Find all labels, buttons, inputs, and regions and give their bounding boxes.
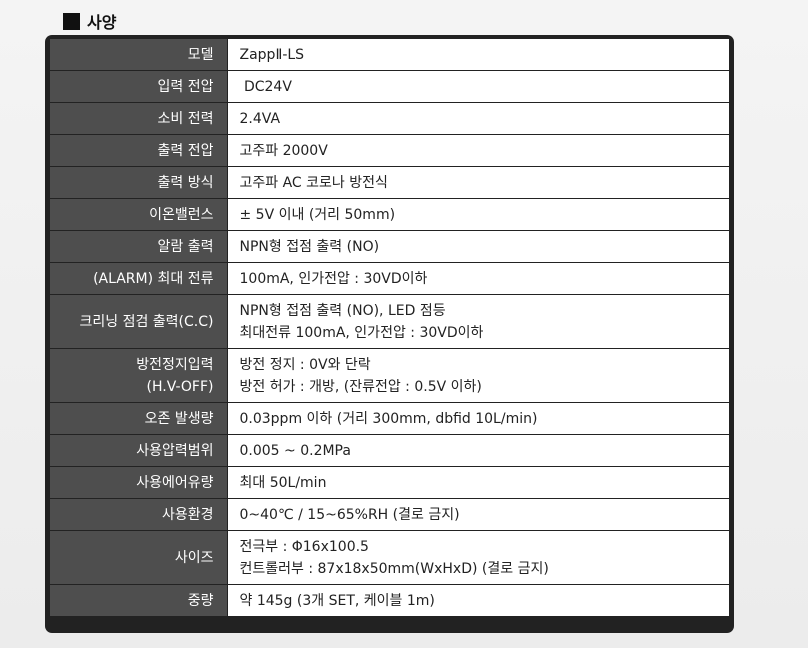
spec-value: 0.005 ~ 0.2MPa bbox=[239, 442, 351, 459]
spec-table-body: 모델 ZappⅡ-LS 입력 전압 DC24V 소비 전력 2.4VA 출력 전압 고주파 … bbox=[50, 39, 729, 617]
spec-label-cell: (ALARM) 최대 전류 bbox=[50, 262, 228, 295]
spec-label: (H.V-OFF) bbox=[146, 378, 214, 395]
spec-value: 방전 허가 : 개방, (잔류전압 : 0.5V 이하) bbox=[239, 378, 482, 395]
spec-label: 출력 방식 bbox=[157, 174, 214, 191]
spec-row: (ALARM) 최대 전류 100mA, 인가전압 : 30VD이하 bbox=[50, 262, 729, 295]
spec-value: 0~40℃ / 15~65%RH (결로 금지) bbox=[239, 506, 460, 523]
spec-row: 소비 전력 2.4VA bbox=[50, 102, 729, 135]
spec-label: 이온밸런스 bbox=[149, 206, 214, 223]
spec-value-cell: 고주파 AC 코로나 방전식 bbox=[227, 166, 729, 199]
spec-label-cell: 방전정지입력 (H.V-OFF) bbox=[50, 348, 228, 403]
spec-label-cell: 중량 bbox=[50, 584, 228, 617]
spec-label-cell: 크리닝 점검 출력(C.C) bbox=[50, 294, 228, 349]
spec-row: 사용압력범위 0.005 ~ 0.2MPa bbox=[50, 434, 729, 467]
spec-value-cell: 최대 50L/min bbox=[227, 466, 729, 499]
spec-label-cell: 소비 전력 bbox=[50, 102, 228, 135]
spec-label-cell: 이온밸런스 bbox=[50, 198, 228, 231]
spec-value-cell: 0.03ppm 이하 (거리 300mm, dbfid 10L/min) bbox=[227, 402, 729, 435]
section-heading: 사양 bbox=[63, 10, 116, 32]
spec-value-cell: NPN형 접점 출력 (NO), LED 점등최대전류 100mA, 인가전압 … bbox=[227, 294, 729, 349]
spec-table: 모델 ZappⅡ-LS 입력 전압 DC24V 소비 전력 2.4VA 출력 전압 고주파 … bbox=[50, 39, 729, 617]
spec-value: 고주파 AC 코로나 방전식 bbox=[239, 174, 388, 191]
spec-label-cell: 사이즈 bbox=[50, 530, 228, 585]
spec-value-cell: 0~40℃ / 15~65%RH (결로 금지) bbox=[227, 498, 729, 531]
spec-label: 사용환경 bbox=[161, 506, 214, 523]
spec-row: 출력 방식 고주파 AC 코로나 방전식 bbox=[50, 166, 729, 199]
spec-value-cell: 0.005 ~ 0.2MPa bbox=[227, 434, 729, 467]
spec-label-cell: 사용에어유량 bbox=[50, 466, 228, 499]
spec-value: 컨트롤러부 : 87x18x50mm(WxHxD) (결로 금지) bbox=[239, 560, 549, 577]
spec-label-cell: 입력 전압 bbox=[50, 70, 228, 103]
spec-value-cell: 2.4VA bbox=[227, 102, 729, 135]
spec-label-cell: 사용환경 bbox=[50, 498, 228, 531]
spec-value-cell: 고주파 2000V bbox=[227, 134, 729, 167]
spec-label: (ALARM) 최대 전류 bbox=[93, 270, 214, 287]
spec-value: NPN형 접점 출력 (NO), LED 점등 bbox=[239, 302, 446, 319]
spec-label-cell: 알람 출력 bbox=[50, 230, 228, 263]
spec-value: NPN형 접점 출력 (NO) bbox=[239, 238, 380, 255]
spec-value-cell: 100mA, 인가전압 : 30VD이하 bbox=[227, 262, 729, 295]
spec-label-cell: 오존 발생량 bbox=[50, 402, 228, 435]
spec-label: 중량 bbox=[187, 592, 214, 609]
spec-label: 입력 전압 bbox=[157, 78, 214, 95]
spec-label-cell: 사용압력범위 bbox=[50, 434, 228, 467]
spec-row: 사용환경 0~40℃ / 15~65%RH (결로 금지) bbox=[50, 498, 729, 531]
spec-value-cell: 약 145g (3개 SET, 케이블 1m) bbox=[227, 584, 729, 617]
spec-value-cell: ZappⅡ-LS bbox=[227, 39, 729, 71]
spec-value: 100mA, 인가전압 : 30VD이하 bbox=[239, 270, 428, 287]
spec-row: 크리닝 점검 출력(C.C) NPN형 접점 출력 (NO), LED 점등최대전… bbox=[50, 294, 729, 349]
spec-row: 사용에어유량 최대 50L/min bbox=[50, 466, 729, 499]
spec-table-frame: 모델 ZappⅡ-LS 입력 전압 DC24V 소비 전력 2.4VA 출력 전압 고주파 … bbox=[45, 35, 734, 633]
spec-row: 오존 발생량 0.03ppm 이하 (거리 300mm, dbfid 10L/mi… bbox=[50, 402, 729, 435]
spec-row: 이온밸런스 ± 5V 이내 (거리 50mm) bbox=[50, 198, 729, 231]
spec-value: 최대 50L/min bbox=[239, 474, 327, 491]
spec-label: 알람 출력 bbox=[157, 238, 214, 255]
spec-label-cell: 출력 방식 bbox=[50, 166, 228, 199]
spec-row: 방전정지입력 (H.V-OFF) 방전 정지 : 0V와 단락방전 허가 : 개방,… bbox=[50, 348, 729, 403]
spec-label: 출력 전압 bbox=[157, 142, 214, 159]
spec-label: 소비 전력 bbox=[157, 110, 214, 127]
spec-row: 중량 약 145g (3개 SET, 케이블 1m) bbox=[50, 584, 729, 617]
spec-value-cell: 전극부 : Φ16x100.5 컨트롤러부 : 87x18x50mm(WxHxD)… bbox=[227, 530, 729, 585]
spec-label-cell: 모델 bbox=[50, 39, 228, 71]
spec-label: 방전정지입력 bbox=[136, 356, 214, 373]
spec-row: 모델 ZappⅡ-LS bbox=[50, 39, 729, 71]
spec-value-cell: 방전 정지 : 0V와 단락방전 허가 : 개방, (잔류전압 : 0.5V 이… bbox=[227, 348, 729, 403]
spec-value: 고주파 2000V bbox=[239, 142, 328, 159]
spec-row: 입력 전압 DC24V bbox=[50, 70, 729, 103]
spec-value: 2.4VA bbox=[239, 110, 281, 127]
spec-value: 방전 정지 : 0V와 단락 bbox=[239, 356, 371, 373]
section-title: 사양 bbox=[87, 13, 117, 32]
spec-value: 0.03ppm 이하 (거리 300mm, dbfid 10L/min) bbox=[239, 410, 538, 427]
spec-row: 알람 출력 NPN형 접점 출력 (NO) bbox=[50, 230, 729, 263]
spec-label: 사이즈 bbox=[174, 549, 214, 566]
spec-value-cell: DC24V bbox=[227, 70, 729, 103]
spec-label: 사용에어유량 bbox=[136, 474, 214, 491]
spec-value-cell: NPN형 접점 출력 (NO) bbox=[227, 230, 729, 263]
spec-row: 출력 전압 고주파 2000V bbox=[50, 134, 729, 167]
spec-label: 사용압력범위 bbox=[136, 442, 214, 459]
spec-label: 모델 bbox=[187, 46, 214, 63]
spec-value: 전극부 : Φ16x100.5 bbox=[239, 538, 369, 555]
spec-value: 약 145g (3개 SET, 케이블 1m) bbox=[239, 592, 435, 609]
spec-value: ZappⅡ-LS bbox=[239, 46, 305, 63]
spec-label-cell: 출력 전압 bbox=[50, 134, 228, 167]
bullet-square-icon bbox=[63, 12, 80, 30]
spec-row: 사이즈 전극부 : Φ16x100.5 컨트롤러부 : 87x18x50mm(WxH… bbox=[50, 530, 729, 585]
spec-label: 크리닝 점검 출력(C.C) bbox=[79, 313, 214, 330]
spec-label: 오존 발생량 bbox=[144, 410, 214, 427]
spec-value: 최대전류 100mA, 인가전압 : 30VD이하 bbox=[239, 324, 484, 341]
spec-value-cell: ± 5V 이내 (거리 50mm) bbox=[227, 198, 729, 231]
spec-value: ± 5V 이내 (거리 50mm) bbox=[239, 206, 396, 223]
spec-value: DC24V bbox=[239, 78, 292, 95]
